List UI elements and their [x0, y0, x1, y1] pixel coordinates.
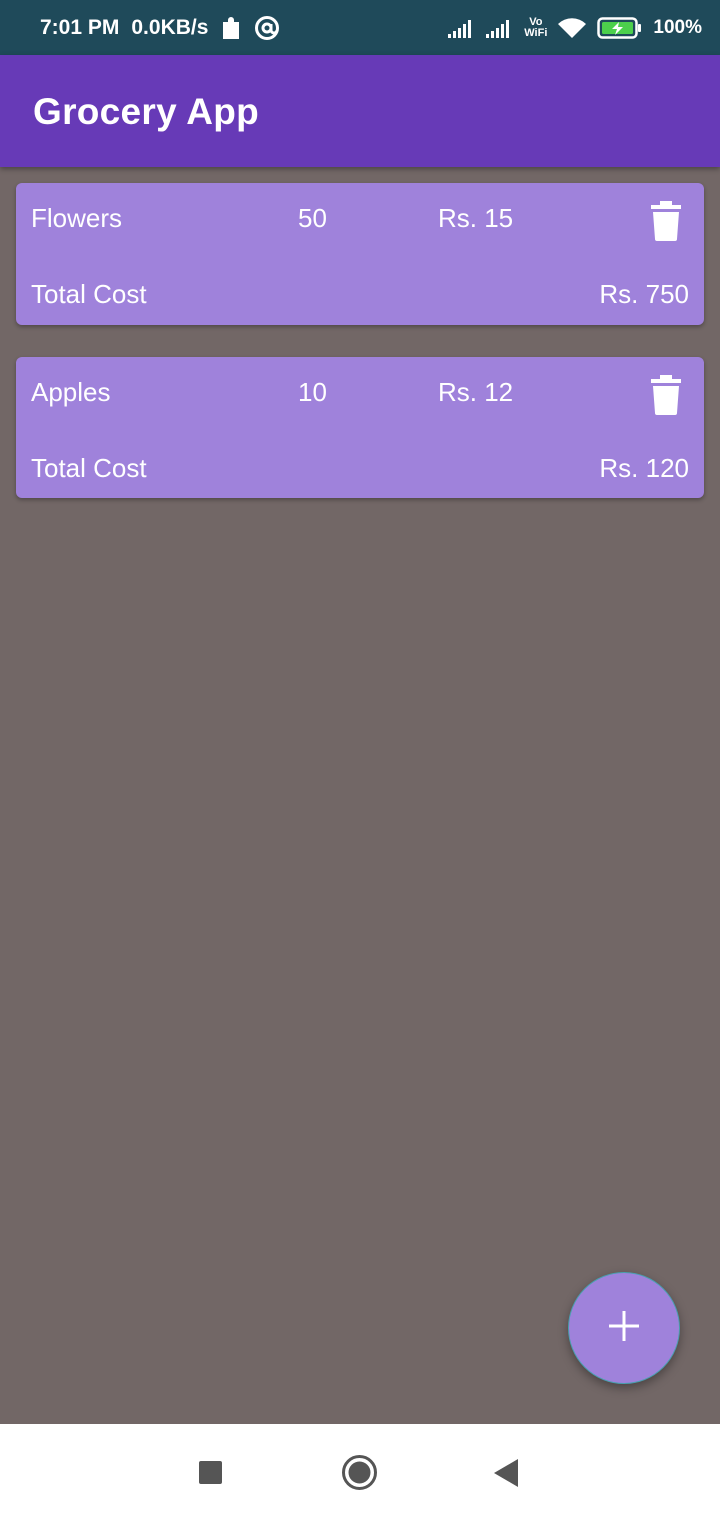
trash-icon[interactable] — [650, 201, 682, 241]
status-bar: 7:01 PM 0.0KB/s Vo WiFi 100% — [0, 0, 720, 55]
status-left: 7:01 PM 0.0KB/s — [40, 0, 280, 55]
vowifi-bottom-label: WiFi — [524, 26, 548, 39]
navigation-bar — [0, 1424, 720, 1520]
wifi-icon — [557, 17, 587, 39]
grocery-item-card: Apples 10 Rs. 12 Total Cost Rs. 120 — [16, 357, 704, 498]
home-circle-icon[interactable] — [341, 1454, 378, 1496]
item-quantity: 10 — [298, 377, 327, 407]
total-cost-value: Rs. 750 — [599, 279, 689, 309]
app-title: Grocery App — [33, 91, 260, 132]
signal-icon — [486, 18, 514, 38]
plus-icon — [609, 1310, 639, 1346]
battery-charging-icon — [597, 16, 643, 40]
back-triangle-icon[interactable] — [494, 1459, 518, 1492]
item-quantity: 50 — [298, 203, 327, 233]
grocery-item-card: Flowers 50 Rs. 15 Total Cost Rs. 750 — [16, 183, 704, 325]
signal-icon — [448, 18, 476, 38]
total-cost-label: Total Cost — [31, 453, 147, 483]
vowifi-icon: Vo WiFi — [524, 15, 548, 39]
item-name: Apples — [31, 377, 111, 407]
status-time: 7:01 PM — [40, 15, 120, 39]
item-price: Rs. 15 — [438, 203, 514, 233]
recents-square-icon[interactable] — [199, 1461, 222, 1489]
at-sign-icon — [254, 15, 280, 41]
add-item-button[interactable] — [568, 1272, 680, 1384]
status-net-speed: 0.0KB/s — [131, 15, 209, 39]
trash-icon[interactable] — [650, 375, 682, 415]
total-cost-value: Rs. 120 — [599, 453, 689, 483]
app-bar: Grocery App — [0, 55, 720, 167]
status-right: Vo WiFi 100% — [448, 0, 702, 55]
total-cost-label: Total Cost — [31, 279, 147, 309]
grocery-list: Flowers 50 Rs. 15 Total Cost Rs. 750 App… — [16, 183, 704, 530]
status-battery: 100% — [653, 16, 702, 38]
item-name: Flowers — [31, 203, 123, 233]
item-price: Rs. 12 — [438, 377, 514, 407]
puzzle-icon — [220, 15, 242, 41]
vowifi-top-label: Vo — [529, 15, 543, 28]
